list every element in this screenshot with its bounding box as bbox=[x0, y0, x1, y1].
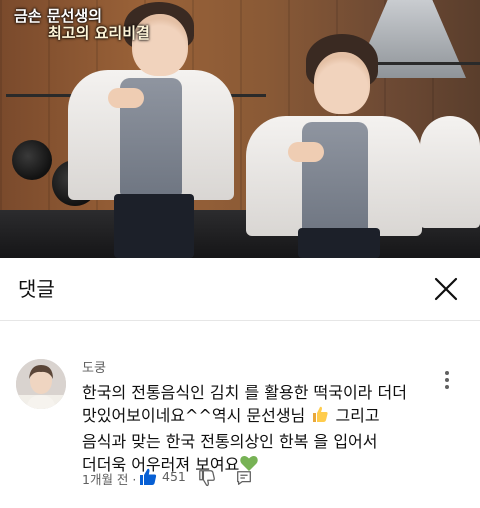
thumbs-up-emoji-icon bbox=[310, 404, 330, 430]
hanging-pan bbox=[12, 140, 52, 180]
comment-time: 1개월 전 · bbox=[82, 469, 136, 488]
comment-text: 한국의 전통음식인 김치 를 활용한 떡국이라 더더 맛있어보이네요^^역시 문… bbox=[82, 381, 408, 479]
person-right-partial bbox=[420, 110, 480, 258]
reply-icon[interactable] bbox=[235, 469, 253, 487]
show-title-line2: 최고의 요리비결 bbox=[48, 24, 150, 42]
comments-header: 댓글 bbox=[0, 258, 480, 321]
time-separator: · bbox=[132, 472, 137, 487]
video-frame[interactable]: 금손 문선생의 최고의 요리비결 bbox=[0, 0, 480, 258]
comment-author[interactable]: 도쿵 bbox=[82, 357, 106, 376]
close-icon[interactable] bbox=[432, 275, 460, 303]
person-center bbox=[240, 30, 430, 258]
show-title-line1: 금손 문선생의 bbox=[14, 7, 103, 25]
more-icon[interactable] bbox=[444, 371, 450, 393]
like-count: 451 bbox=[162, 469, 186, 484]
avatar[interactable] bbox=[16, 359, 66, 409]
comment-time-text: 1개월 전 bbox=[82, 472, 129, 487]
thumbs-up-filled-icon[interactable] bbox=[138, 467, 158, 487]
comments-title: 댓글 bbox=[18, 277, 55, 301]
thumbs-down-icon[interactable] bbox=[198, 469, 216, 487]
show-title-overlay: 금손 문선생의 최고의 요리비결 bbox=[14, 8, 150, 42]
comment-item: 도쿵 한국의 전통음식인 김치 를 활용한 떡국이라 더더 맛있어보이네요^^역… bbox=[0, 321, 480, 508]
